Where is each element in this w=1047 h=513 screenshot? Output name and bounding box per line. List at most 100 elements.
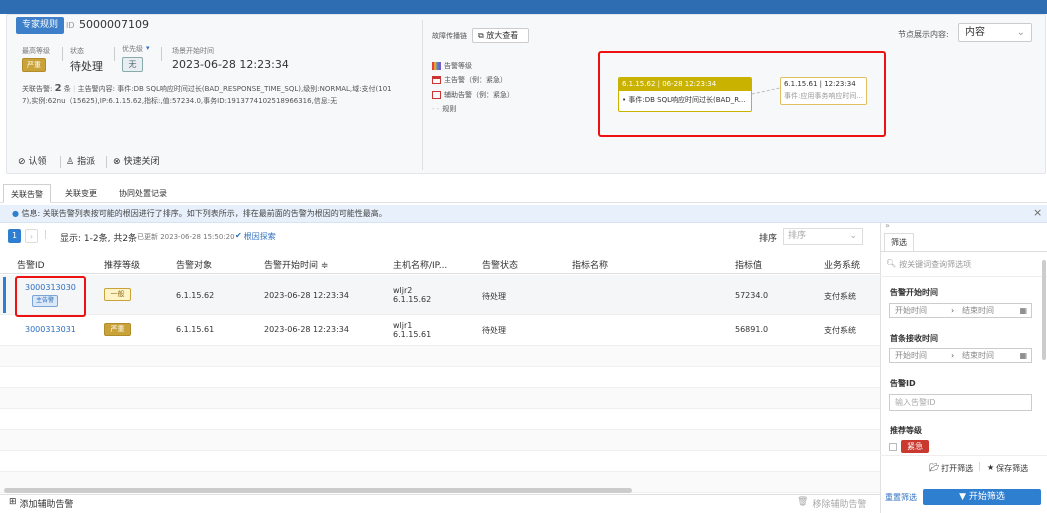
legend-severity: 告警等级 <box>432 61 472 71</box>
expert-rule-tag: 专家规则 <box>16 17 65 34</box>
quick-close-button[interactable]: ⊗ 快速关闭 <box>113 154 160 170</box>
main-content-label: 主告警内容: <box>77 85 115 93</box>
legend-main-alarm: 主告警（例：紧急） <box>432 75 507 85</box>
priority-value[interactable]: 无 <box>122 57 143 72</box>
alarm-start-time-label: 告警开始时间 <box>890 288 938 297</box>
start-time-value: 2023-06-28 12:23:34 <box>172 58 289 71</box>
star-icon: ★ <box>987 463 995 472</box>
empty-row <box>0 367 880 388</box>
empty-row <box>0 409 880 430</box>
claim-button[interactable]: ⊘ 认领 <box>18 154 47 170</box>
row-time: 2023-06-28 12:23:34 <box>264 291 349 300</box>
legend-rule: - - 规则 <box>432 104 456 114</box>
updated-time: 已更新 2023-06-28 15:50:20 <box>137 233 235 241</box>
filter-search-input[interactable]: 🔍︎ 按关键词查询筛选项 <box>886 259 971 270</box>
alarm-id-filter-input[interactable]: 输入告警ID <box>889 394 1032 411</box>
row-ip: 6.1.15.61 <box>393 330 432 339</box>
node-main-body: • 事件:DB SQL响应时间过长(BAD_R... <box>622 96 746 104</box>
vertical-scrollbar[interactable] <box>1042 260 1046 360</box>
folder-icon: 📂︎ <box>929 463 940 472</box>
graph-node-aux[interactable]: 6.1.15.61 | 12:23:34 事件:应用事务响应时间... <box>780 77 867 105</box>
row-alarm-id[interactable]: 3000313031 <box>25 325 76 334</box>
end-placeholder: 结束时间 <box>962 351 994 360</box>
filter-search-placeholder: 按关键词查询筛选项 <box>899 260 972 269</box>
info-text: 信息: 关联告警列表按可能的根因进行了排序。如下列表所示，排在最前面的告警为根因… <box>21 209 387 218</box>
divider <box>880 251 1047 252</box>
plus-square-icon: ⊞ <box>9 497 17 507</box>
row-ip: 6.1.15.62 <box>393 295 432 304</box>
id-label: ID <box>66 21 75 30</box>
pane-divider <box>422 20 423 170</box>
root-cause-link[interactable]: ✔ 根因探索 <box>235 231 276 242</box>
start-placeholder: 开始时间 <box>895 306 927 315</box>
assign-button[interactable]: ♙ 指派 <box>66 154 95 170</box>
claim-label: 认领 <box>28 157 47 167</box>
row-value: 57234.0 <box>735 291 769 300</box>
horizontal-scrollbar[interactable] <box>4 488 632 493</box>
rec-level-filter-label: 推荐等级 <box>890 426 922 435</box>
next-page-button[interactable]: › <box>25 229 38 243</box>
row-object: 6.1.15.61 <box>176 325 215 334</box>
start-time-label: 场景开始时间 <box>172 47 214 55</box>
divider <box>106 156 107 168</box>
start-placeholder: 开始时间 <box>895 351 927 360</box>
tab-assoc-alarms[interactable]: 关联告警 <box>3 184 51 203</box>
bottom-bar <box>0 494 880 513</box>
add-aux-alarm-button[interactable]: ⊞ 添加辅助告警 <box>9 497 74 510</box>
start-filter-button[interactable]: ▼ 开始筛选 <box>923 489 1041 505</box>
row-time: 2023-06-28 12:23:34 <box>264 325 349 334</box>
save-filter-label: 保存筛选 <box>996 464 1029 473</box>
first-recv-range[interactable]: 开始时间 › 结束时间 ▦ <box>889 348 1032 363</box>
col-host: 主机名称/IP... <box>393 261 448 271</box>
col-alarm-id: 告警ID <box>17 261 45 271</box>
node-aux-header: 6.1.15.61 | 12:23:34 <box>784 80 856 88</box>
node-display-select[interactable]: 内容 ⌄ <box>958 23 1032 42</box>
col-start-time[interactable]: 告警开始时间 ≑ <box>264 258 328 271</box>
divider <box>880 455 1047 456</box>
rec-level-badge: 严重 <box>104 323 131 336</box>
assign-label: 指派 <box>77 157 96 167</box>
assoc-unit: 条 <box>63 85 71 93</box>
col-metric-value: 指标值 <box>735 261 763 271</box>
col-rec-level: 推荐等级 <box>104 261 141 271</box>
legend-rule-label: 规则 <box>442 105 457 113</box>
close-icon[interactable]: × <box>1033 206 1042 219</box>
priority-dropdown-icon[interactable]: ▾ <box>146 44 150 52</box>
checkbox[interactable] <box>889 443 897 451</box>
assoc-label: 关联告警: <box>22 85 53 93</box>
remove-aux-alarm-button[interactable]: 🗑 移除辅助告警 <box>797 497 866 510</box>
arrow-right-icon: › <box>951 306 955 315</box>
status-label: 状态 <box>70 47 84 55</box>
first-recv-time-label: 首条接收时间 <box>890 334 938 343</box>
reset-filter-button[interactable]: 重置筛选 <box>885 492 917 503</box>
graph-node-main[interactable]: 6.1.15.62 | 06-28 12:23:34 • 事件:DB SQL响应… <box>618 77 752 112</box>
zoom-button[interactable]: ⧉ 放大查看 <box>472 28 529 43</box>
node-aux-body: 事件:应用事务响应时间... <box>784 92 864 100</box>
save-filter-button[interactable]: ★ 保存筛选 <box>987 463 1028 474</box>
add-aux-label: 添加辅助告警 <box>19 500 74 510</box>
tab-assoc-changes[interactable]: 关联变更 <box>58 184 104 203</box>
row-status: 待处理 <box>482 326 506 335</box>
empty-row <box>0 430 880 451</box>
rule-line-icon: - - <box>432 105 440 113</box>
zoom-label: 放大查看 <box>486 31 519 40</box>
tab-collab-records[interactable]: 协同处置记录 <box>112 184 174 203</box>
alarm-start-range[interactable]: 开始时间 › 结束时间 ▦ <box>889 303 1032 318</box>
check-icon: ✔ <box>235 231 242 240</box>
collapse-icon[interactable]: » <box>885 221 890 230</box>
legend-main-label: 主告警（例：紧急） <box>444 76 507 84</box>
open-filter-button[interactable]: 📂︎ 打开筛选 <box>929 463 973 474</box>
main-content-line1: 事件:DB SQL响应时间过长(BAD_RESPONSE_TIME_SQL),级… <box>117 85 392 93</box>
open-filter-label: 打开筛选 <box>941 464 974 473</box>
calendar-icon: ▦ <box>1019 306 1027 315</box>
page-1-button[interactable]: 1 <box>8 229 21 243</box>
sort-select[interactable]: 排序 ⌄ <box>783 228 863 245</box>
trash-icon: 🗑 <box>797 497 809 507</box>
alarm-id-filter-label: 告警ID <box>890 379 916 388</box>
row-value: 56891.0 <box>735 325 769 334</box>
empty-row <box>0 346 880 367</box>
empty-row <box>0 451 880 472</box>
legend-severity-label: 告警等级 <box>444 62 472 70</box>
filter-tab[interactable]: 筛选 <box>884 233 914 251</box>
row-host: wljr2 <box>393 286 413 295</box>
